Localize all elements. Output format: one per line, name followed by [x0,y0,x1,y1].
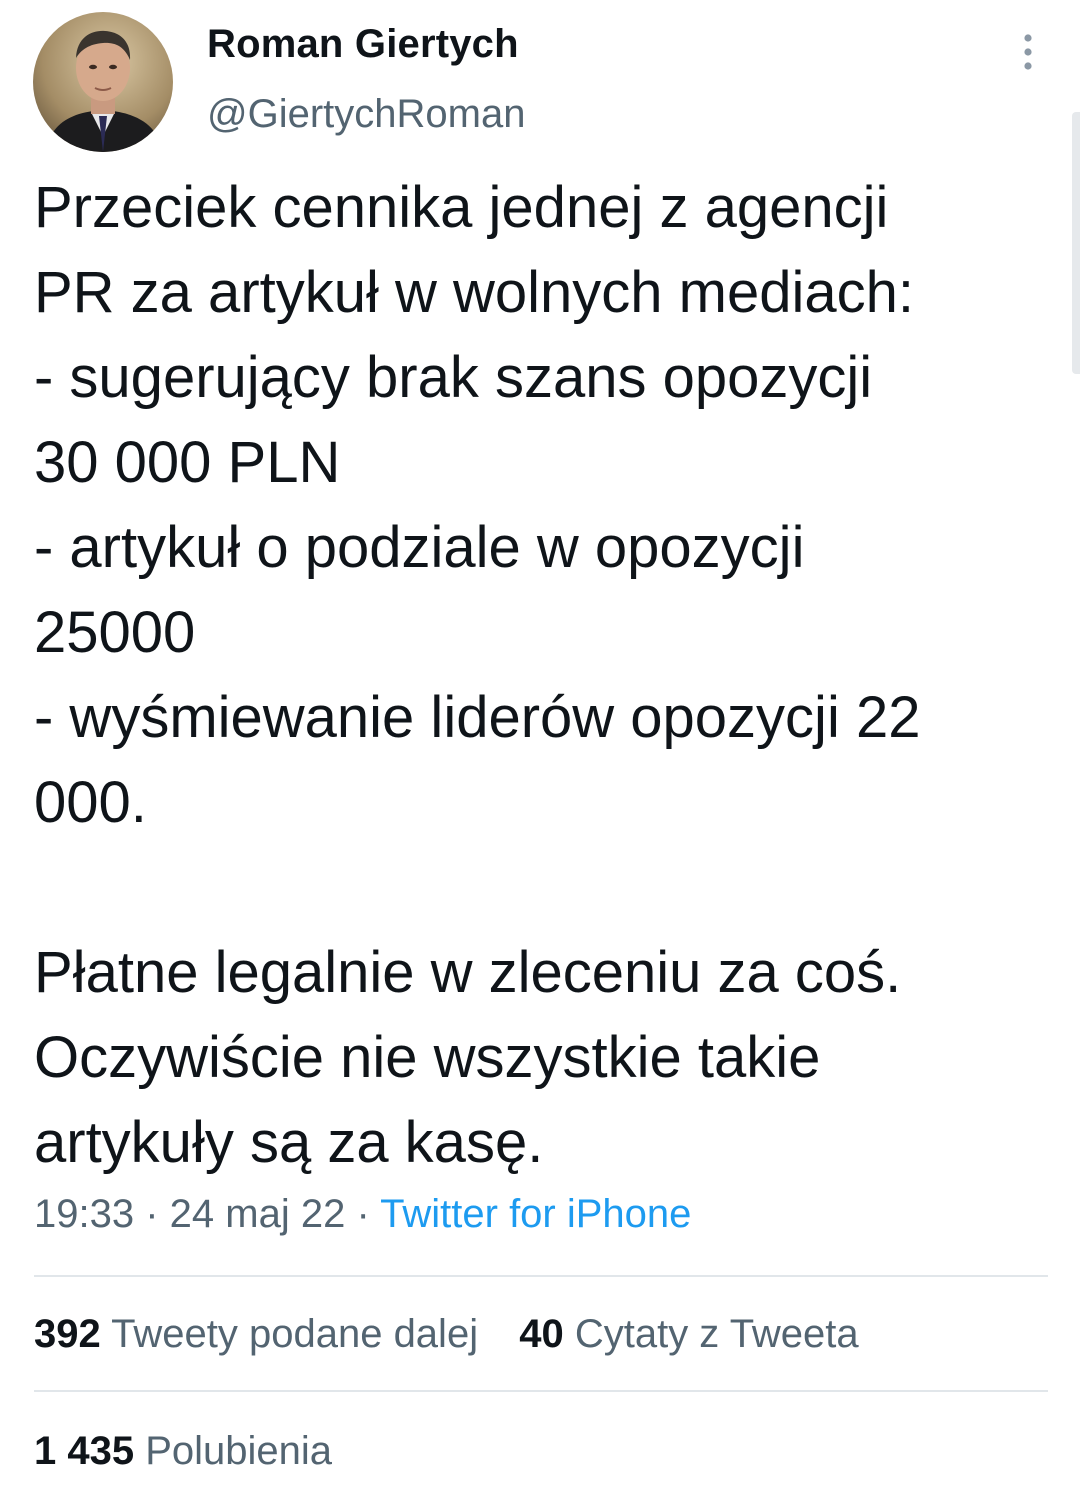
tweet-text: Przeciek cennika jednej z agencji PR za … [34,165,1070,1185]
tweet-text-line: PR za artykuł w wolnych mediach: [34,260,914,325]
quotes-stat[interactable]: 40 Cytaty z Tweeta [519,1310,858,1358]
tweet-text-line: Oczywiście nie wszystkie takie [34,1025,821,1090]
likes-stat[interactable]: 1 435 Polubienia [34,1427,332,1475]
retweets-count: 392 [34,1312,101,1356]
tweet-text-line: artykuły są za kasę. [34,1110,544,1175]
profile-photo-icon [33,12,173,152]
tweet-time[interactable]: 19:33 [34,1192,134,1236]
scrollbar[interactable] [1072,112,1080,374]
tweet-text-line: Przeciek cennika jednej z agencji [34,175,889,240]
quotes-count: 40 [519,1312,564,1356]
vertical-ellipsis-icon [1024,34,1032,70]
retweets-stat[interactable]: 392 Tweety podane dalej [34,1310,478,1358]
likes-stats-row: 1 435 Polubienia [34,1427,332,1475]
divider [34,1275,1048,1277]
more-options-button[interactable] [1006,28,1050,78]
likes-count: 1 435 [34,1429,135,1473]
author-display-name[interactable]: Roman Giertych [207,22,519,67]
avatar[interactable] [33,12,173,152]
retweets-label: Tweety podane dalej [111,1312,479,1356]
tweet-text-line: 000. [34,770,147,835]
tweet-metadata: 19:33 · 24 maj 22 · Twitter for iPhone [34,1190,691,1238]
author-handle[interactable]: @GiertychRoman [207,92,525,137]
tweet-text-line: - sugerujący brak szans opozycji [34,345,873,410]
tweet-text-line: Płatne legalnie w zleceniu za coś. [34,940,902,1005]
meta-separator: · [134,1192,170,1236]
tweet-text-line: 30 000 PLN [34,430,341,495]
quotes-label: Cytaty z Tweeta [574,1312,859,1356]
tweet-text-line: 25000 [34,600,196,665]
tweet-date[interactable]: 24 maj 22 [170,1192,346,1236]
tweet-text-line: - wyśmiewanie liderów opozycji 22 [34,685,921,750]
meta-separator: · [345,1192,381,1236]
divider [34,1390,1048,1392]
tweet-text-line: - artykuł o podziale w opozycji [34,515,805,580]
tweet-detail: Roman Giertych @GiertychRoman Przeciek c… [0,0,1080,1504]
engagement-stats-row: 392 Tweety podane dalej 40 Cytaty z Twee… [34,1310,859,1358]
tweet-source-link[interactable]: Twitter for iPhone [380,1192,691,1236]
likes-label: Polubienia [145,1429,333,1473]
